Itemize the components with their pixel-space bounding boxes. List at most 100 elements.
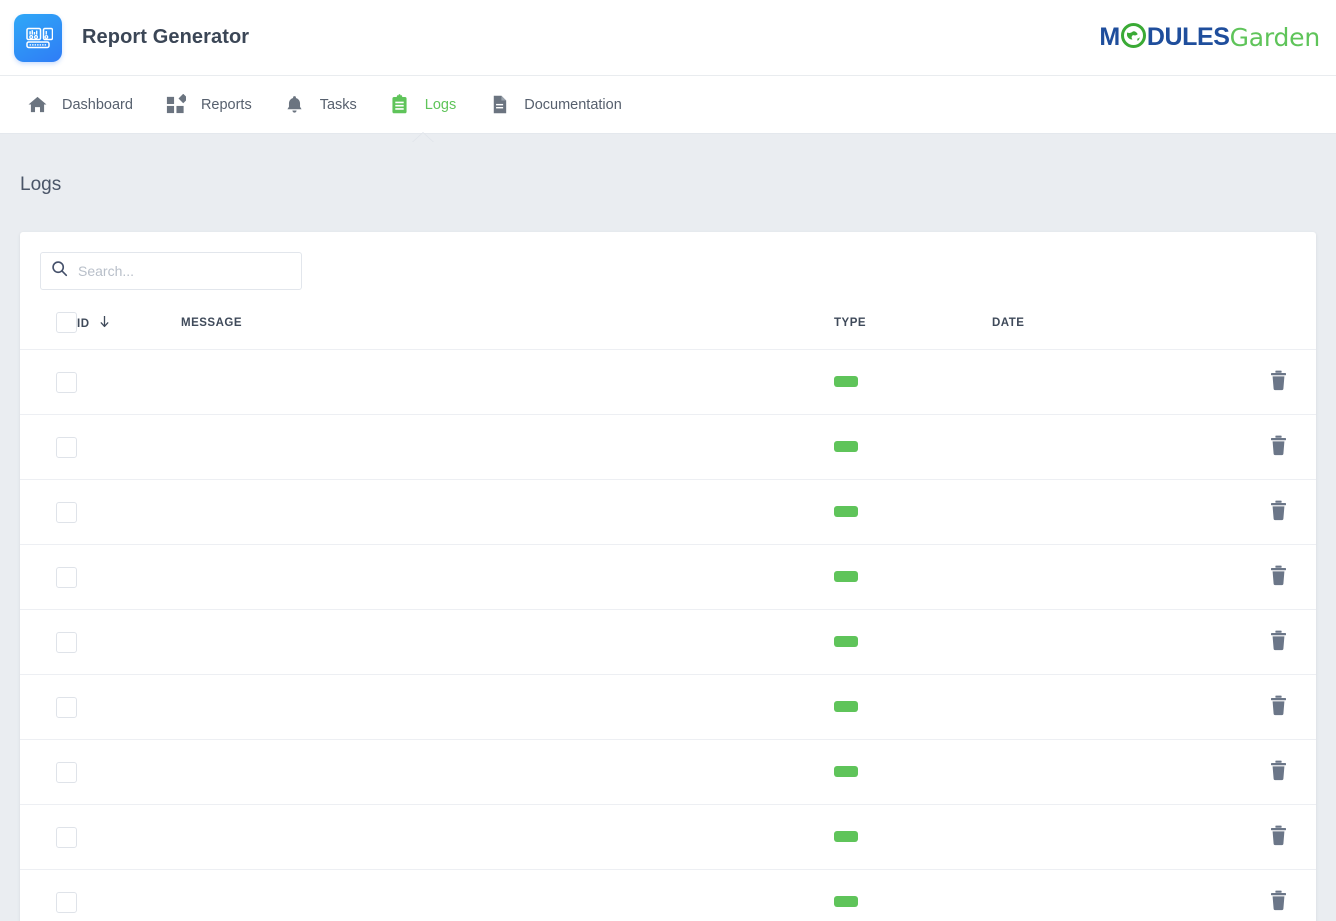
cell-id (77, 609, 181, 675)
cell-date (992, 739, 1240, 805)
delete-row-button[interactable] (1265, 431, 1292, 463)
nav-item-documentation[interactable]: Documentation (472, 76, 638, 134)
search-box[interactable] (40, 252, 302, 290)
cell-type (834, 869, 992, 921)
column-header-type[interactable]: TYPE (834, 294, 992, 350)
cell-id (77, 479, 181, 545)
table-header-row: ID MESSAGE TYPE DATE (20, 294, 1316, 350)
cell-date (992, 869, 1240, 921)
trash-icon (1269, 500, 1288, 524)
table-row (20, 869, 1316, 921)
row-checkbox[interactable] (56, 371, 77, 393)
row-checkbox[interactable] (56, 631, 77, 653)
delete-row-button[interactable] (1265, 366, 1292, 398)
cell-date (992, 479, 1240, 545)
row-checkbox[interactable] (56, 891, 77, 913)
cell-message (181, 739, 834, 805)
cell-id (77, 544, 181, 610)
brand-m-text: M (1099, 23, 1120, 51)
cell-type (834, 479, 992, 545)
trash-icon (1269, 890, 1288, 914)
cell-id (77, 739, 181, 805)
page-app-title: Report Generator (82, 26, 250, 48)
grid-blocks-icon (165, 94, 187, 116)
cell-id (77, 869, 181, 921)
status-badge (834, 830, 858, 842)
column-header-id[interactable]: ID (77, 294, 181, 350)
delete-row-button[interactable] (1265, 496, 1292, 528)
delete-row-button[interactable] (1265, 626, 1292, 658)
nav-label-logs: Logs (424, 96, 457, 113)
column-header-message[interactable]: MESSAGE (181, 294, 834, 350)
cell-id (77, 349, 181, 415)
delete-row-button[interactable] (1265, 691, 1292, 723)
nav-item-reports[interactable]: Reports (149, 76, 268, 134)
logs-table-body (20, 349, 1316, 921)
trash-icon (1269, 760, 1288, 784)
cell-message (181, 674, 834, 740)
cell-message (181, 414, 834, 480)
row-select-cell (20, 609, 77, 675)
search-input[interactable] (78, 263, 291, 279)
row-checkbox[interactable] (56, 501, 77, 523)
bell-icon (284, 94, 306, 116)
trash-icon (1269, 630, 1288, 654)
cell-id (77, 804, 181, 870)
row-select-cell (20, 739, 77, 805)
clipboard-icon (389, 94, 411, 116)
cell-type (834, 804, 992, 870)
home-icon (26, 94, 48, 116)
row-select-cell (20, 544, 77, 610)
cell-type (834, 414, 992, 480)
report-generator-logo-icon (14, 13, 62, 62)
row-checkbox[interactable] (56, 436, 77, 458)
main-navigation: Dashboard Reports Tasks Logs Documentati… (0, 76, 1336, 143)
row-checkbox[interactable] (56, 761, 77, 783)
delete-row-button[interactable] (1265, 561, 1292, 593)
status-badge (834, 635, 858, 647)
cell-type (834, 544, 992, 610)
cell-actions (1240, 349, 1316, 415)
modulesgarden-brand-logo: M DULES Garden (1099, 18, 1320, 58)
row-checkbox[interactable] (56, 826, 77, 848)
row-select-cell (20, 479, 77, 545)
table-row (20, 414, 1316, 480)
column-header-date[interactable]: DATE (992, 294, 1240, 350)
cell-date (992, 804, 1240, 870)
table-row (20, 349, 1316, 415)
cell-actions (1240, 804, 1316, 870)
row-checkbox[interactable] (56, 696, 77, 718)
row-select-cell (20, 414, 77, 480)
nav-label-tasks: Tasks (319, 96, 357, 113)
cell-type (834, 674, 992, 740)
nav-item-tasks[interactable]: Tasks (268, 76, 373, 134)
cell-date (992, 674, 1240, 740)
cell-date (992, 414, 1240, 480)
nav-item-logs[interactable]: Logs (373, 76, 472, 143)
select-all-checkbox[interactable] (56, 312, 77, 333)
nav-label-dashboard: Dashboard (62, 96, 133, 113)
cell-message (181, 609, 834, 675)
cell-type (834, 609, 992, 675)
delete-row-button[interactable] (1265, 821, 1292, 853)
trash-icon (1269, 565, 1288, 589)
cell-date (992, 544, 1240, 610)
cell-date (992, 609, 1240, 675)
delete-row-button[interactable] (1265, 886, 1292, 918)
page-body: Logs ID (0, 134, 1336, 921)
cell-actions (1240, 609, 1316, 675)
row-checkbox[interactable] (56, 566, 77, 588)
status-badge (834, 375, 858, 387)
cell-message (181, 479, 834, 545)
trash-icon (1269, 695, 1288, 719)
table-row (20, 804, 1316, 870)
column-header-id-label: ID (77, 317, 90, 330)
delete-row-button[interactable] (1265, 756, 1292, 788)
nav-item-dashboard[interactable]: Dashboard (10, 76, 149, 134)
column-header-actions (1240, 294, 1316, 350)
page-title: Logs (20, 174, 62, 195)
cell-message (181, 544, 834, 610)
table-row (20, 544, 1316, 610)
nav-label-documentation: Documentation (524, 96, 622, 113)
logs-table: ID MESSAGE TYPE DATE (20, 294, 1316, 921)
